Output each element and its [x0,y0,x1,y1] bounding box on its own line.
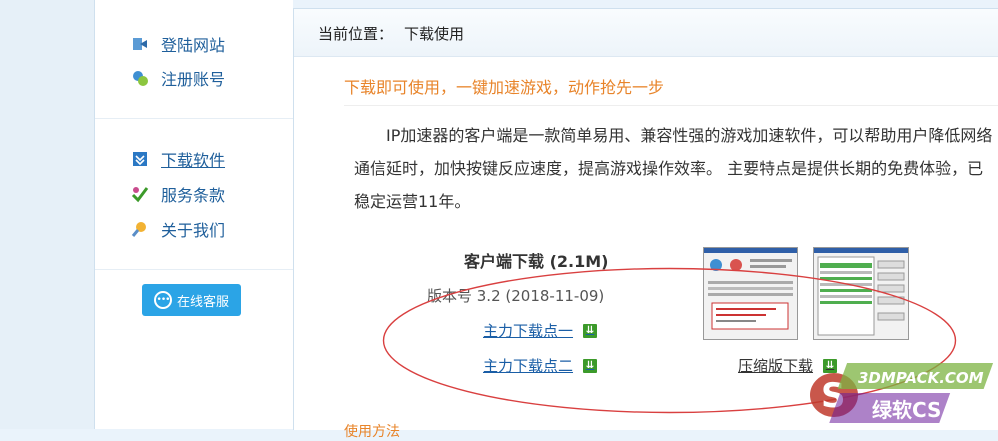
download-link-label: 主力下载点一 [483,322,574,340]
download-icon [131,150,149,168]
main-content: 当前位置： 下载使用 下载即可使用，一键加速游戏，动作抢先一步 IP加速器的客户… [293,8,998,440]
sidebar-item-label: 下载软件 [161,151,226,170]
register-icon [131,69,149,87]
page-title: 下载即可使用，一键加速游戏，动作抢先一步 [344,78,665,97]
client-screenshot-thumbnail[interactable] [813,247,909,340]
about-icon [131,220,149,238]
description: IP加速器的客户端是一款简单易用、兼容性强的游戏加速软件，可以帮助用户降低网络通… [354,126,993,211]
online-service-label: 在线客服 [176,294,229,310]
sidebar-item-label: 注册账号 [161,70,226,89]
sidebar-item-login[interactable]: 登陆网站 [131,32,225,56]
online-service-button[interactable]: ••• 在线客服 [142,284,241,316]
sidebar-item-label: 服务条款 [161,186,226,205]
version-text: 版本号 3.2 (2018-11-09) [427,287,605,305]
download-arrow-icon: ⇊ [583,323,598,338]
sidebar-item-label: 关于我们 [161,221,226,240]
download-link-label: 压缩版下载 [738,357,814,375]
download-link-primary-1[interactable]: 主力下载点一 ⇊ [483,320,598,341]
sidebar-item-label: 登陆网站 [161,36,226,55]
download-link-label: 主力下载点二 [483,357,574,375]
sidebar: 登陆网站 注册账号 下载软件 服务条款 关于我们 ••• 在线客服 [94,0,293,429]
sidebar-item-terms[interactable]: 服务条款 [131,182,225,206]
login-icon [131,35,149,53]
download-arrow-icon: ⇊ [823,358,838,373]
section-heading-peek: 使用方法 [344,424,400,440]
breadcrumb-label: 当前位置： [318,25,394,43]
chat-bubble-icon: ••• [153,291,172,309]
breadcrumb-current: 下载使用 [404,25,465,43]
download-link-compressed[interactable]: 压缩版下载 ⇊ [738,355,838,376]
download-title: 客户端下载 (2.1M) [464,252,609,271]
sidebar-item-about[interactable]: 关于我们 [131,217,225,241]
background-strip [0,0,94,429]
sidebar-group-info: 下载软件 服务条款 关于我们 [95,119,293,270]
sidebar-group-account: 登陆网站 注册账号 [95,0,293,119]
download-arrow-icon: ⇊ [583,358,598,373]
breadcrumb: 当前位置： 下载使用 [294,9,998,57]
sidebar-item-register[interactable]: 注册账号 [131,66,225,90]
terms-icon [131,185,149,203]
client-screenshot-thumbnail[interactable] [703,247,798,340]
download-link-primary-2[interactable]: 主力下载点二 ⇊ [483,355,598,376]
divider [344,105,998,106]
sidebar-item-download[interactable]: 下载软件 [131,147,225,171]
